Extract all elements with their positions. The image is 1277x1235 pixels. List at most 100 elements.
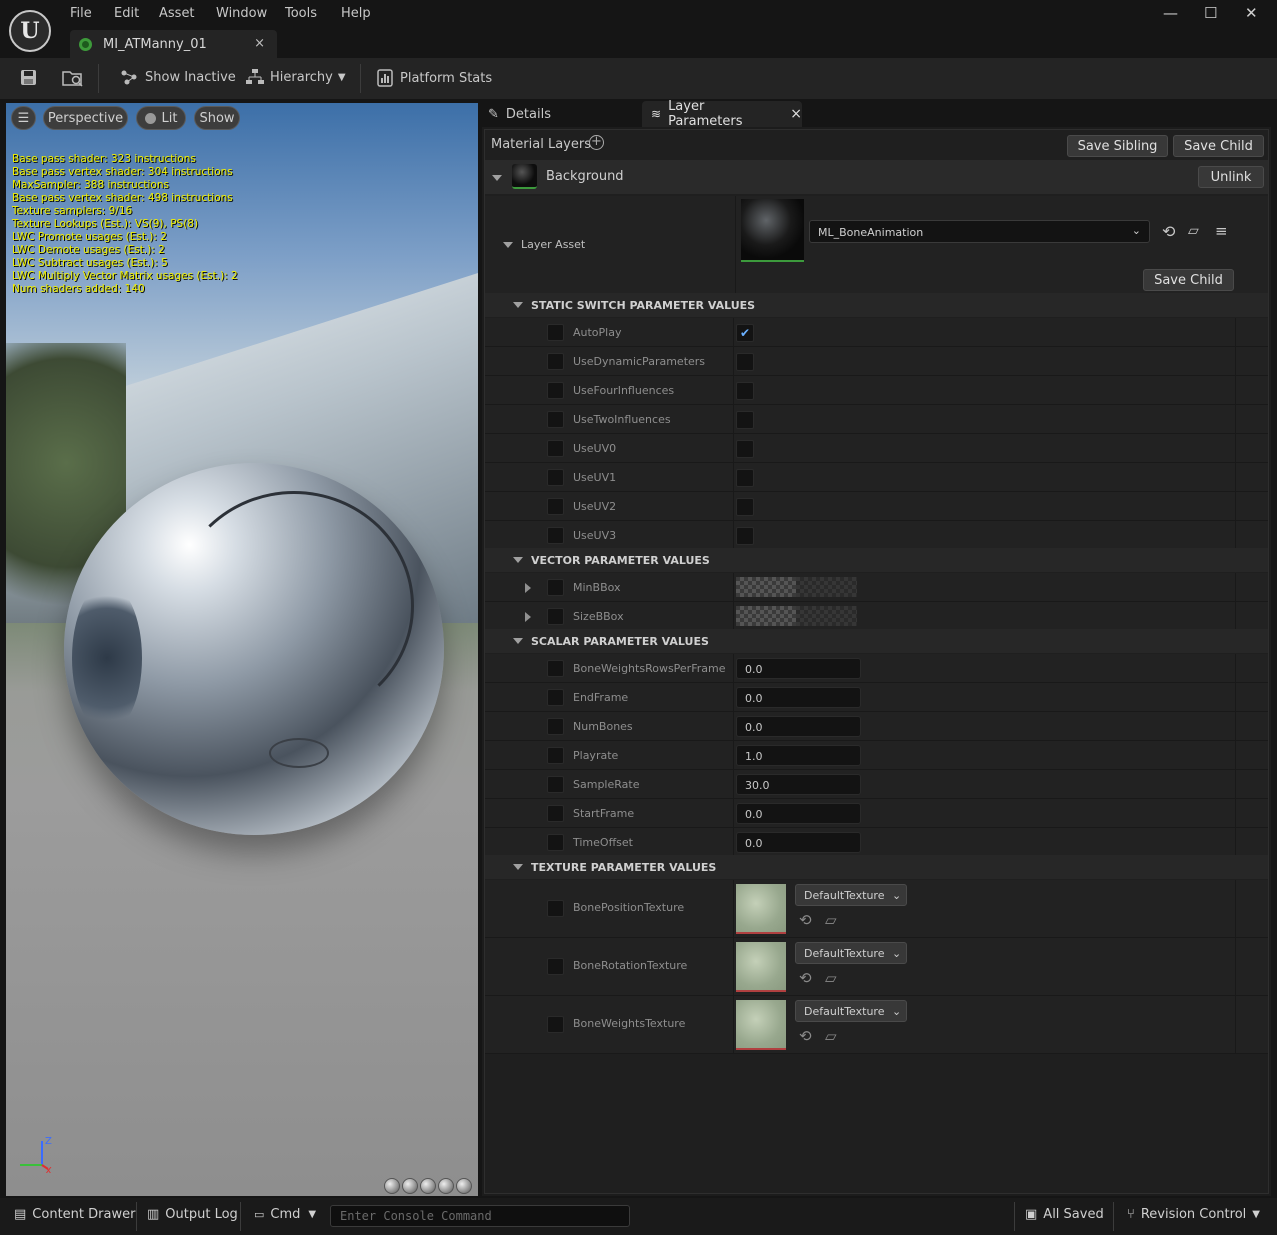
use-selected-icon[interactable]: ⟲ (799, 1027, 812, 1045)
override-checkbox[interactable] (547, 747, 564, 764)
value-checkbox[interactable] (736, 498, 754, 516)
texture-dropdown[interactable]: DefaultTexture ⌄ (795, 1000, 907, 1022)
cmd-button[interactable]: ▭ Cmd ▼ (254, 1207, 316, 1222)
value-checkbox[interactable] (736, 440, 754, 458)
override-checkbox[interactable] (547, 1016, 564, 1033)
scalar-section-header[interactable]: SCALAR PARAMETER VALUES (485, 629, 1268, 653)
texture-thumbnail[interactable] (736, 884, 786, 934)
scalar-value-input[interactable]: 0.0 (736, 716, 861, 737)
content-drawer-button[interactable]: ▤ Content Drawer (14, 1207, 135, 1222)
menu-file[interactable]: File (70, 6, 92, 21)
show-button[interactable]: Show (194, 106, 240, 130)
scalar-value-input[interactable]: 0.0 (736, 832, 861, 853)
unlink-button[interactable]: Unlink (1198, 166, 1264, 188)
override-checkbox[interactable] (547, 498, 564, 515)
minimize-icon[interactable]: — (1163, 4, 1178, 22)
viewport[interactable]: ☰ Perspective Lit Show Base pass shader:… (6, 103, 478, 1196)
cube-icon[interactable] (438, 1178, 454, 1194)
viewport-menu-icon[interactable]: ☰ (11, 106, 36, 130)
override-checkbox[interactable] (547, 324, 564, 341)
cylinder-icon[interactable] (384, 1178, 400, 1194)
override-checkbox[interactable] (547, 689, 564, 706)
vector-section-header[interactable]: VECTOR PARAMETER VALUES (485, 548, 1268, 572)
override-checkbox[interactable] (547, 958, 564, 975)
menu-window[interactable]: Window (216, 6, 267, 21)
browse-icon[interactable] (62, 69, 84, 87)
override-checkbox[interactable] (547, 411, 564, 428)
layer-asset-dropdown[interactable]: ML_BoneAnimation ⌄ (809, 220, 1150, 243)
texture-dropdown[interactable]: DefaultTexture ⌄ (795, 884, 907, 906)
collapse-icon[interactable] (492, 175, 502, 181)
browse-asset-icon[interactable]: ▱ (825, 911, 837, 929)
browse-asset-icon[interactable]: ▱ (825, 1027, 837, 1045)
static-switch-section-header[interactable]: STATIC SWITCH PARAMETER VALUES (485, 293, 1268, 317)
expand-icon[interactable] (525, 583, 531, 593)
value-checkbox[interactable] (736, 411, 754, 429)
platform-stats-button[interactable]: Platform Stats (377, 69, 492, 87)
filter-icon[interactable]: ≡ (1215, 222, 1228, 240)
layer-asset-collapse-icon[interactable] (503, 242, 513, 248)
unreal-logo-icon[interactable]: U (9, 10, 51, 52)
scalar-value-input[interactable]: 1.0 (736, 745, 861, 766)
layer-asset-thumbnail[interactable] (741, 199, 804, 262)
perspective-button[interactable]: Perspective (43, 106, 128, 130)
color-swatch[interactable] (736, 606, 857, 626)
lit-button[interactable]: Lit (136, 106, 186, 130)
sphere-icon[interactable] (402, 1178, 418, 1194)
close-window-icon[interactable]: ✕ (1245, 4, 1258, 22)
maximize-icon[interactable]: ☐ (1204, 4, 1217, 22)
scalar-value-input[interactable]: 0.0 (736, 687, 861, 708)
save-icon[interactable] (20, 69, 37, 86)
texture-dropdown[interactable]: DefaultTexture ⌄ (795, 942, 907, 964)
override-checkbox[interactable] (547, 805, 564, 822)
color-swatch[interactable] (736, 577, 857, 597)
browse-asset-icon[interactable]: ▱ (825, 969, 837, 987)
value-checkbox[interactable] (736, 382, 754, 400)
tab-layer-parameters[interactable]: ≋ Layer Parameters × (642, 99, 802, 129)
revision-control-button[interactable]: ⑂ Revision Control ▼ (1127, 1207, 1260, 1222)
scalar-value-input[interactable]: 30.0 (736, 774, 861, 795)
save-sibling-button[interactable]: Save Sibling (1067, 135, 1168, 157)
use-selected-icon[interactable]: ⟲ (1162, 222, 1175, 241)
plane-icon[interactable] (420, 1178, 436, 1194)
override-checkbox[interactable] (547, 469, 564, 486)
preview-mesh-buttons[interactable] (384, 1178, 472, 1194)
override-checkbox[interactable] (547, 579, 564, 596)
menu-edit[interactable]: Edit (114, 6, 139, 21)
value-checkbox[interactable] (736, 527, 754, 545)
override-checkbox[interactable] (547, 660, 564, 677)
hierarchy-button[interactable]: Hierarchy ▼ (246, 69, 346, 85)
override-checkbox[interactable] (547, 900, 564, 917)
save-child-button[interactable]: Save Child (1173, 135, 1264, 157)
scalar-value-input[interactable]: 0.0 (736, 803, 861, 824)
all-saved-button[interactable]: ▣ All Saved (1025, 1207, 1104, 1222)
override-checkbox[interactable] (547, 776, 564, 793)
override-checkbox[interactable] (547, 527, 564, 544)
menu-help[interactable]: Help (341, 6, 371, 21)
layer-save-child-button[interactable]: Save Child (1143, 269, 1234, 291)
use-selected-icon[interactable]: ⟲ (799, 911, 812, 929)
scalar-value-input[interactable]: 0.0 (736, 658, 861, 679)
texture-thumbnail[interactable] (736, 942, 786, 992)
override-checkbox[interactable] (547, 718, 564, 735)
value-checkbox[interactable] (736, 469, 754, 487)
add-layer-icon[interactable]: + (589, 135, 604, 150)
menu-asset[interactable]: Asset (159, 6, 195, 21)
browse-asset-icon[interactable]: ▱ (1188, 223, 1199, 239)
override-checkbox[interactable] (547, 353, 564, 370)
output-log-button[interactable]: ▥ Output Log (147, 1207, 238, 1222)
expand-icon[interactable] (525, 612, 531, 622)
texture-thumbnail[interactable] (736, 1000, 786, 1050)
override-checkbox[interactable] (547, 608, 564, 625)
show-inactive-button[interactable]: Show Inactive (120, 69, 236, 85)
close-tab-icon[interactable]: × (254, 36, 265, 51)
override-checkbox[interactable] (547, 834, 564, 851)
teapot-icon[interactable] (456, 1178, 472, 1194)
texture-section-header[interactable]: TEXTURE PARAMETER VALUES (485, 855, 1268, 879)
value-checkbox[interactable]: ✔ (736, 324, 754, 342)
console-input[interactable]: Enter Console Command (330, 1205, 630, 1227)
value-checkbox[interactable] (736, 353, 754, 371)
close-tab-icon[interactable]: × (790, 106, 802, 122)
menu-tools[interactable]: Tools (285, 6, 317, 21)
document-tab[interactable]: MI_ATManny_01 × (70, 30, 277, 58)
